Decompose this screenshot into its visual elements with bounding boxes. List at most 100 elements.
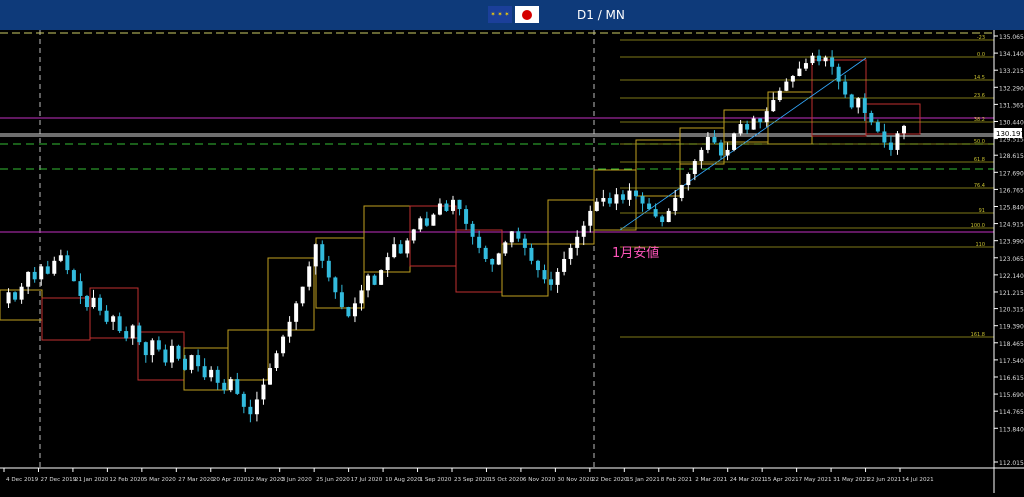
candle-body-98 (640, 196, 645, 204)
candle-body-71 (464, 209, 469, 224)
candle-body-78 (509, 231, 514, 243)
candle-body-103 (673, 197, 678, 211)
candle-body-28 (183, 358, 188, 370)
x-tick-label-19: 8 Feb 2021 (661, 477, 693, 483)
candle-body-86 (562, 258, 567, 272)
y-tick-label-7: 128.615 (999, 153, 1024, 160)
fib-label-11: 161.8 (971, 332, 985, 338)
candle-body-25 (163, 349, 168, 363)
candle-body-87 (568, 247, 573, 259)
candle-body-35 (228, 379, 233, 391)
candle-body-106 (692, 161, 697, 174)
y-tick-label-10: 125.840 (999, 204, 1024, 211)
candle-body-33 (215, 369, 220, 383)
candle-body-74 (483, 247, 488, 259)
candle-body-10 (65, 255, 70, 271)
candle-body-7 (45, 266, 50, 274)
candle-body-68 (444, 203, 449, 211)
candle-body-43 (281, 336, 286, 354)
fib-label-8: 91 (979, 208, 985, 214)
x-tick-label-5: 27 Mar 2020 (178, 477, 214, 483)
candle-body-76 (496, 253, 501, 265)
candle-body-69 (451, 199, 455, 211)
candle-body-24 (156, 340, 161, 350)
candle-body-101 (660, 216, 665, 223)
y-tick-label-2: 133.215 (999, 68, 1024, 75)
candle-body-104 (679, 185, 684, 198)
y-tick-label-5: 130.440 (999, 119, 1024, 126)
candle-body-62 (405, 240, 410, 254)
candle-body-11 (71, 270, 76, 282)
candle-body-132 (862, 98, 867, 113)
candle-body-100 (653, 209, 658, 217)
current-price-label: 130.197 (996, 130, 1024, 138)
y-tick-label-20: 116.615 (999, 375, 1024, 382)
y-tick-label-14: 122.140 (999, 273, 1024, 280)
candle-body-133 (869, 112, 874, 123)
candle-body-17 (111, 316, 116, 322)
candle-body-15 (98, 297, 103, 311)
x-tick-label-22: 15 Apr 2021 (764, 477, 799, 483)
candle-body-131 (856, 98, 861, 108)
candle-body-129 (843, 81, 848, 95)
candle-body-23 (150, 340, 155, 356)
fib-label-4: 38.2 (974, 117, 985, 123)
eu-flag-icon: ✶ ✶ ✶ (488, 6, 512, 23)
candle-body-115 (751, 118, 756, 130)
candle-body-127 (830, 57, 835, 67)
candle-body-108 (705, 137, 710, 150)
y-tick-label-12: 123.990 (999, 239, 1024, 246)
x-axis-ticks: 4 Dec 2019 27 Dec 201921 Jan 2020 12 Feb 2… (3, 468, 934, 483)
x-tick-label-13: 23 Sep 2020 (454, 477, 490, 483)
x-tick-label-14: 15 Oct 2020 (488, 477, 523, 483)
candle-body-22 (143, 342, 148, 356)
fib-label-0: -23 (977, 35, 985, 41)
candle-body-117 (764, 111, 769, 123)
chart-title: D1 / MN (577, 8, 625, 22)
candle-body-80 (522, 238, 527, 248)
candle-body-135 (882, 131, 887, 143)
y-tick-label-8: 127.690 (999, 170, 1024, 177)
y-tick-label-18: 118.465 (999, 341, 1024, 348)
candle-body-31 (202, 366, 207, 378)
candle-body-58 (379, 270, 384, 285)
fibonacci-levels: -23 0.0 14.5 23.6 38.2 50.0 61.8 76.4 91 100.0 110… (620, 35, 994, 338)
candle-body-44 (287, 321, 292, 337)
x-tick-label-21: 24 Mar 2021 (730, 477, 766, 483)
candle-body-124 (810, 55, 815, 64)
candle-body-64 (418, 218, 423, 230)
candle-body-46 (300, 286, 305, 304)
candle-body-99 (647, 203, 652, 210)
x-tick-label-23: 7 May 2021 (799, 477, 832, 483)
candle-body-51 (333, 277, 338, 293)
candle-body-73 (477, 236, 482, 248)
chart-canvas[interactable]: -23 0.0 14.5 23.6 38.2 50.0 61.8 76.4 91 100.0 110… (0, 30, 1024, 493)
candle-body-118 (771, 100, 776, 112)
x-tick-label-17: 22 Dec 2020 (592, 477, 628, 483)
fib-label-1: 0.0 (977, 52, 985, 58)
candle-body-18 (117, 316, 122, 332)
candle-body-66 (431, 214, 436, 226)
fib-label-5: 50.0 (974, 139, 985, 145)
y-tick-label-1: 134.140 (999, 51, 1024, 58)
price-chart[interactable]: -23 0.0 14.5 23.6 38.2 50.0 61.8 76.4 91 100.0 110… (0, 30, 1024, 493)
japan-flag-icon (515, 6, 539, 23)
candle-body-79 (516, 231, 521, 239)
x-tick-label-6: 20 Apr 2020 (213, 477, 248, 483)
candle-body-29 (189, 355, 194, 370)
x-tick-label-0: 4 Dec 2019 (6, 477, 39, 483)
candle-body-70 (457, 199, 462, 210)
fib-label-7: 76.4 (974, 183, 985, 189)
candle-body-84 (549, 279, 554, 285)
candle-body-72 (470, 223, 475, 237)
candle-body-56 (366, 275, 371, 291)
x-tick-label-9: 25 Jun 2020 (316, 477, 350, 483)
candle-body-57 (372, 275, 377, 285)
candle-body-130 (849, 94, 854, 108)
candle-body-114 (745, 124, 750, 130)
candle-body-122 (797, 68, 802, 77)
x-tick-label-2: 21 Jan 2020 (75, 477, 109, 483)
candle-body-21 (137, 325, 142, 343)
y-tick-label-11: 124.915 (999, 222, 1024, 229)
y-tick-label-17: 119.390 (999, 324, 1024, 331)
